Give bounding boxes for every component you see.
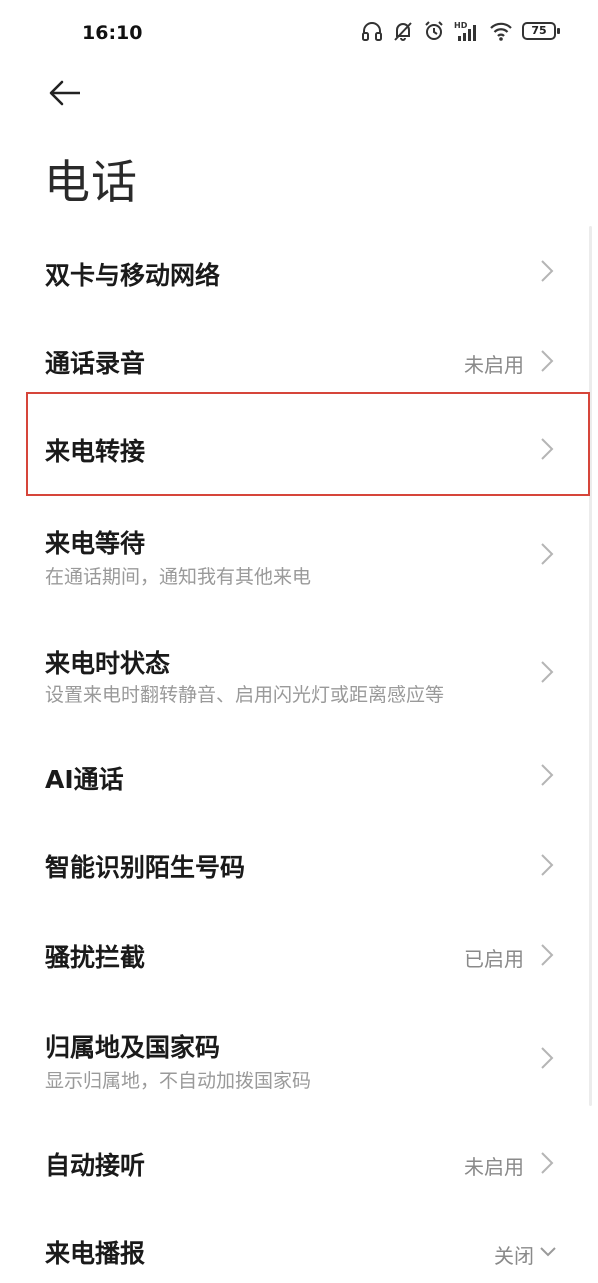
settings-item-unknown-number-id[interactable]: 智能识别陌生号码 [0, 820, 598, 910]
item-title: 来电时状态 [45, 649, 171, 678]
item-subtitle: 设置来电时翻转静音、启用闪光灯或距离感应等 [45, 684, 445, 706]
item-subtitle: 显示归属地，不自动加拨国家码 [45, 1070, 312, 1092]
settings-item-dual-sim[interactable]: 双卡与移动网络 [0, 226, 598, 316]
item-value: 未启用 [464, 353, 524, 377]
chevron-right-icon [540, 259, 554, 283]
item-subtitle: 在通话期间，通知我有其他来电 [45, 566, 312, 588]
settings-item-call-forwarding[interactable]: 来电转接 [0, 404, 598, 494]
item-title: 自动接听 [45, 1151, 146, 1180]
item-title: 智能识别陌生号码 [45, 853, 246, 882]
chevron-right-icon [540, 853, 554, 877]
chevron-right-icon [540, 660, 554, 684]
chevron-right-icon [540, 763, 554, 787]
chevron-right-icon [540, 1151, 554, 1175]
settings-item-caller-announcement[interactable]: 来电播报 关闭 [0, 1208, 598, 1283]
item-title: AI通话 [45, 765, 124, 794]
chevron-right-icon [540, 437, 554, 461]
settings-item-ai-call[interactable]: AI通话 [0, 732, 598, 822]
item-title: 来电转接 [45, 437, 146, 466]
item-title: 来电等待 [45, 529, 146, 558]
item-title: 双卡与移动网络 [45, 261, 221, 290]
item-value: 未启用 [464, 1155, 524, 1179]
item-value: 已启用 [464, 947, 524, 971]
settings-list: 双卡与移动网络 通话录音 未启用 来电转接 来电等待 在通话期间，通知我有其他来… [0, 0, 598, 1283]
item-title: 骚扰拦截 [45, 943, 146, 972]
item-title: 来电播报 [45, 1239, 146, 1268]
settings-item-location-country-code[interactable]: 归属地及国家码 显示归属地，不自动加拨国家码 [0, 1010, 598, 1110]
item-value: 关闭 [494, 1244, 534, 1268]
chevron-right-icon [540, 1046, 554, 1070]
chevron-down-icon [538, 1240, 558, 1264]
settings-item-call-recording[interactable]: 通话录音 未启用 [0, 316, 598, 406]
settings-item-spam-blocking[interactable]: 骚扰拦截 已启用 [0, 910, 598, 1000]
chevron-right-icon [540, 349, 554, 373]
item-title: 归属地及国家码 [45, 1033, 221, 1062]
chevron-right-icon [540, 542, 554, 566]
item-title: 通话录音 [45, 349, 146, 378]
settings-item-incoming-call-status[interactable]: 来电时状态 设置来电时翻转静音、启用闪光灯或距离感应等 [0, 624, 598, 724]
chevron-right-icon [540, 943, 554, 967]
settings-item-call-waiting[interactable]: 来电等待 在通话期间，通知我有其他来电 [0, 506, 598, 606]
settings-item-auto-answer[interactable]: 自动接听 未启用 [0, 1118, 598, 1208]
